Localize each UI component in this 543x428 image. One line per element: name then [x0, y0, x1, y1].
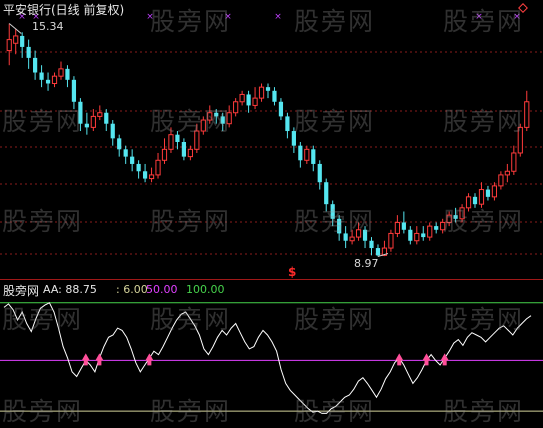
candle-body-up — [155, 159, 161, 176]
candle-body-up — [524, 101, 530, 128]
watermark: 股旁网 — [443, 207, 525, 236]
watermark: 股旁网 — [150, 305, 232, 334]
candle-body-down — [298, 145, 303, 161]
candle-body-down — [485, 189, 491, 197]
legend-level-6: : 6.00 — [116, 283, 148, 296]
candle-body-up — [414, 232, 420, 242]
candle-body-down — [375, 248, 381, 256]
candle-body-down — [142, 171, 148, 179]
watermark: 股旁网 — [150, 7, 232, 36]
watermark: 股旁网 — [294, 107, 376, 136]
candle-body-down — [130, 156, 135, 164]
legend-aa: AA: 88.75 — [43, 283, 97, 296]
candle-body-up — [233, 101, 239, 114]
candle-body-up — [148, 174, 155, 180]
candle-body-down — [20, 35, 25, 47]
candle-body-down — [26, 46, 31, 58]
candle-body-down — [272, 90, 277, 102]
watermark: 股旁网 — [2, 207, 84, 236]
watermark: 股旁网 — [150, 207, 232, 236]
watermark: 股旁网 — [443, 107, 525, 136]
cross-up-arrow-icon — [145, 353, 154, 366]
legend-level-50: 50.00 — [146, 283, 178, 296]
candle-body-up — [388, 232, 394, 249]
candle-body-up — [13, 35, 19, 44]
candle-body-up — [258, 86, 265, 99]
candle-body-down — [45, 79, 51, 84]
candle-body-up — [161, 148, 168, 161]
candle-body-up — [187, 148, 193, 158]
indicator-title: 股旁网 — [3, 284, 40, 298]
candle-body-down — [104, 112, 109, 124]
low-price-label: 8.97 — [354, 257, 379, 270]
candle-body-down — [369, 240, 374, 249]
candle-body-down — [246, 94, 251, 106]
watermark: 股旁网 — [2, 305, 84, 334]
cross-up-arrow-icon — [395, 353, 404, 366]
candle-body-down — [278, 101, 284, 117]
candle-body-up — [504, 170, 510, 176]
candle-body-up — [97, 112, 103, 117]
candle-body-down — [317, 163, 322, 183]
watermark: 股旁网 — [2, 107, 84, 136]
candle-body-down — [110, 123, 115, 139]
candle-body-down — [434, 226, 439, 230]
candle-body-up — [51, 75, 58, 84]
candle-body-up — [252, 97, 258, 106]
candle-body-up — [511, 152, 517, 172]
watermark: 股旁网 — [294, 207, 376, 236]
candle-body-down — [401, 222, 406, 230]
cross-up-arrow-icon — [422, 353, 431, 366]
candle-body-up — [304, 148, 310, 161]
legend-level-100: 100.00 — [186, 283, 225, 296]
candle-body-up — [6, 39, 12, 52]
candle-body-down — [117, 138, 122, 150]
signal-marker: $ — [288, 265, 297, 279]
candle-body-up — [498, 174, 504, 187]
candle-body-down — [65, 68, 70, 80]
candle-body-down — [123, 149, 128, 157]
candle-body-up — [58, 68, 64, 77]
watermark: 股旁网 — [294, 305, 376, 334]
watermark: 股旁网 — [294, 7, 376, 36]
watermark: 股旁网 — [443, 7, 525, 36]
candle-body-up — [239, 93, 245, 103]
price-grid — [0, 3, 543, 280]
cross-up-arrow-icon — [95, 353, 104, 366]
high-price-label: 15.34 — [32, 20, 64, 33]
candle-body-up — [491, 185, 498, 198]
watermark: 股旁网 — [150, 107, 232, 136]
candle-body-down — [39, 72, 44, 80]
candle-body-down — [84, 123, 89, 128]
candle-body-down — [136, 163, 141, 172]
candle-body-down — [421, 233, 426, 238]
main-chart-title: 平安银行(日线 前复权) — [3, 3, 125, 17]
candle-body-down — [408, 229, 413, 241]
candle-body-up — [394, 221, 400, 234]
candle-body-down — [181, 142, 187, 157]
candle-body-up — [90, 115, 96, 128]
candle-body-down — [324, 182, 329, 205]
candle-body-up — [427, 225, 433, 238]
candle-body-down — [71, 79, 77, 102]
candle-body-down — [311, 149, 316, 164]
watermark: 股旁网 — [443, 305, 525, 334]
candle-body-down — [33, 57, 38, 73]
candle-body-down — [265, 87, 271, 91]
top-x-marker: × — [274, 12, 282, 22]
candle-body-down — [285, 116, 290, 132]
cross-up-arrow-icon — [440, 353, 449, 366]
